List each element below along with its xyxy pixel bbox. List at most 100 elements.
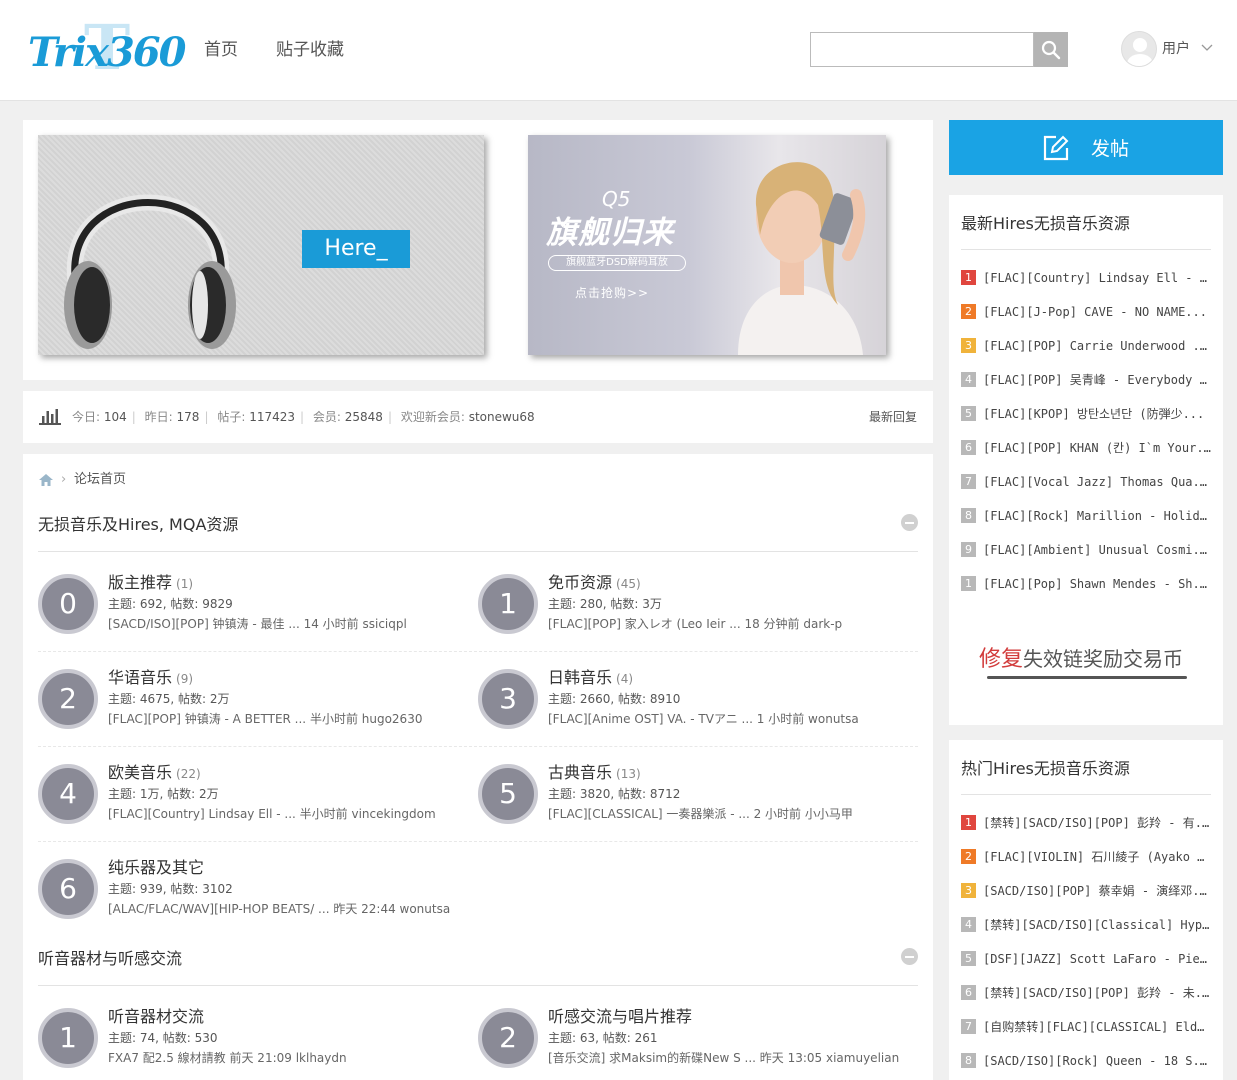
forum-item[interactable]: 4 欧美音乐 (22) 主题: 1万, 帖数: 2万 [FLAC][Country… [38,762,468,826]
list-item[interactable]: 6 [FLAC][POP] KHAN (칸) I`m Your... [961,440,1211,474]
list-item[interactable]: 2 [FLAC][J-Pop] CAVE - NO NAME... [961,304,1211,338]
list-item[interactable]: 1 [FLAC][Pop] Shawn Mendes - Sh... [961,576,1211,610]
list-item[interactable]: 9 [FLAC][Ambient] Unusual Cosmi... [961,542,1211,576]
headphone-image [64,194,236,349]
latest-resources-panel: 最新Hires无损音乐资源 1 [FLAC][Country] Lindsay E… [949,195,1223,725]
forum-name: 欧美音乐 (22) [108,763,201,782]
search-button[interactable] [1034,32,1068,67]
collapse-icon[interactable] [901,514,918,531]
headphone-banner[interactable]: Here_ [38,135,484,355]
user-avatar-icon[interactable] [1121,31,1157,67]
forum-item[interactable]: 1 免币资源 (45) 主题: 280, 帖数: 3万 [FLAC][POP] 家… [478,572,908,636]
list-item[interactable]: 3 [SACD/ISO][POP] 蔡幸娟 - 演绎邓... [961,883,1211,917]
site-logo[interactable]: T Trix360 [28,17,186,82]
collapse-icon[interactable] [901,948,918,965]
search-input[interactable] [810,32,1034,67]
forum-last-post[interactable]: [FLAC][Anime OST] VA. - TVアニ ... 1 小时前 w… [548,711,859,727]
rank-badge: 5 [961,406,976,421]
forum-number-badge: 1 [478,574,538,634]
rank-badge: 1 [961,815,976,830]
forum-meta: 主题: 280, 帖数: 3万 [548,597,662,611]
forum-meta: 主题: 4675, 帖数: 2万 [108,692,230,706]
forum-last-post[interactable]: [FLAC][CLASSICAL] 一奏器樂派 - ... 2 小时前 小小马甲 [548,806,853,822]
banner-q5: Q5 [602,187,631,211]
rank-badge: 2 [961,304,976,319]
forum-number-badge: 6 [38,859,98,919]
forum-item[interactable]: 2 华语音乐 (9) 主题: 4675, 帖数: 2万 [FLAC][POP] 钟… [38,667,468,731]
list-item[interactable]: 8 [FLAC][Rock] Marillion - Holida... [961,508,1211,542]
here-button[interactable]: Here_ [302,230,410,268]
forum-item[interactable]: 1 听音器材交流 主题: 74, 帖数: 530 FXA7 配2.5 線材請教 … [38,1006,468,1070]
nav-favorites[interactable]: 贴子收藏 [276,38,344,62]
forum-number-badge: 1 [38,1008,98,1068]
repair-reward-banner[interactable]: 修复失效链奖励交易币 [979,645,1183,674]
list-item[interactable]: 4 [禁转][SACD/ISO][Classical] Hyp... [961,917,1211,951]
list-item[interactable]: 7 [FLAC][Vocal Jazz] Thomas Qua... [961,474,1211,508]
list-item[interactable]: 7 [自购禁转][FLAC][CLASSICAL] Eld... [961,1019,1211,1053]
forum-name: 华语音乐 (9) [108,668,194,687]
forum-meta: 主题: 3820, 帖数: 8712 [548,787,681,801]
new-post-button[interactable]: 发帖 [949,120,1223,175]
rank-badge: 9 [961,542,976,557]
list-item[interactable]: 3 [FLAC][POP] Carrie Underwood ... [961,338,1211,372]
user-menu-label[interactable]: 用户 [1162,40,1190,58]
forum-last-post[interactable]: [FLAC][Country] Lindsay Ell - ... 半小时前 v… [108,806,436,822]
list-item[interactable]: 2 [FLAC][VIOLIN] 石川綾子 (Ayako ... [961,849,1211,883]
search-icon [1041,40,1061,59]
forum-name: 版主推荐 (1) [108,573,194,592]
list-item[interactable]: 4 [FLAC][POP] 吴青峰 - Everybody ... [961,372,1211,406]
forum-panel: › 论坛首页 无损音乐及Hires, MQA资源 0 版主推荐 (1) 主题: 6… [23,454,933,1080]
section-title[interactable]: 无损音乐及Hires, MQA资源 [38,514,238,536]
forum-last-post[interactable]: [FLAC][POP] 家入レオ (Leo Ieir ... 18 分钟前 da… [548,616,842,632]
rank-badge: 6 [961,440,976,455]
rank-badge: 1 [961,576,976,591]
forum-meta: 主题: 692, 帖数: 9829 [108,597,233,611]
list-item[interactable]: 5 [DSF][JAZZ] Scott LaFaro - Piec... [961,951,1211,985]
list-item[interactable]: 6 [禁转][SACD/ISO][POP] 彭羚 - 未... [961,985,1211,1019]
rank-badge: 4 [961,917,976,932]
banner-model-image [738,162,866,355]
q5-banner[interactable]: Q5 旗舰归来 旗舰蓝牙DSD解码耳放 点击抢购>> [528,135,886,355]
forum-last-post[interactable]: [音乐交流] 求Maksim的新碟New S ... 昨天 13:05 xiam… [548,1050,899,1066]
section-divider [38,985,918,986]
forum-item[interactable]: 0 版主推荐 (1) 主题: 692, 帖数: 9829 [SACD/ISO][P… [38,572,468,636]
home-icon[interactable] [38,473,54,487]
row-divider [38,746,918,747]
list-item[interactable]: 1 [禁转][SACD/ISO][POP] 彭羚 - 有... [961,815,1211,849]
breadcrumb-separator: › [61,472,67,487]
forum-name: 免币资源 (45) [548,573,641,592]
new-post-label: 发帖 [1090,138,1129,160]
latest-reply-link[interactable]: 最新回复 [869,408,917,426]
rank-badge: 3 [961,338,976,353]
section-title[interactable]: 听音器材与听感交流 [38,948,182,970]
rank-badge: 8 [961,1053,976,1068]
forum-last-post[interactable]: FXA7 配2.5 線材請教 前天 21:09 lklhaydn [108,1050,347,1066]
forum-item[interactable]: 2 听感交流与唱片推荐 主题: 63, 帖数: 261 [音乐交流] 求Maks… [478,1006,908,1070]
rank-badge: 4 [961,372,976,387]
panel-divider [961,794,1211,795]
chevron-down-icon[interactable] [1200,41,1214,55]
list-item[interactable]: 5 [FLAC][KPOP] 방탄소년단 (防弾少... [961,406,1211,440]
forum-item[interactable]: 6 纯乐器及其它 主题: 939, 帖数: 3102 [ALAC/FLAC/WA… [38,857,468,921]
forum-last-post[interactable]: [SACD/ISO][POP] 钟镇涛 - 最佳 ... 14 小时前 ssic… [108,616,407,632]
banner-cta[interactable]: 点击抢购>> [575,285,649,301]
logo-text: Trix360 [28,29,186,76]
forum-meta: 主题: 74, 帖数: 530 [108,1031,218,1045]
forum-meta: 主题: 939, 帖数: 3102 [108,882,233,896]
forum-name: 纯乐器及其它 [108,858,205,877]
forum-item[interactable]: 3 日韩音乐 (4) 主题: 2660, 帖数: 8910 [FLAC][Anim… [478,667,908,731]
rank-badge: 8 [961,508,976,523]
forum-meta: 主题: 2660, 帖数: 8910 [548,692,681,706]
list-item[interactable]: 8 [SACD/ISO][Rock] Queen - 18 S... [961,1053,1211,1080]
forum-item[interactable]: 5 古典音乐 (13) 主题: 3820, 帖数: 8712 [FLAC][CLA… [478,762,908,826]
rank-badge: 7 [961,1019,976,1034]
rank-badge: 6 [961,985,976,1000]
list-item[interactable]: 1 [FLAC][Country] Lindsay Ell - Th... [961,270,1211,304]
row-divider [38,651,918,652]
nav-home[interactable]: 首页 [204,38,238,62]
new-member-link[interactable]: stonewu68 [469,410,535,424]
breadcrumb-current[interactable]: 论坛首页 [74,471,126,489]
hot-resources-title: 热门Hires无损音乐资源 [961,759,1130,778]
forum-last-post[interactable]: [ALAC/FLAC/WAV][HIP-HOP BEATS/ ... 昨天 22… [108,901,450,917]
forum-last-post[interactable]: [FLAC][POP] 钟镇涛 - A BETTER ... 半小时前 hugo… [108,711,422,727]
